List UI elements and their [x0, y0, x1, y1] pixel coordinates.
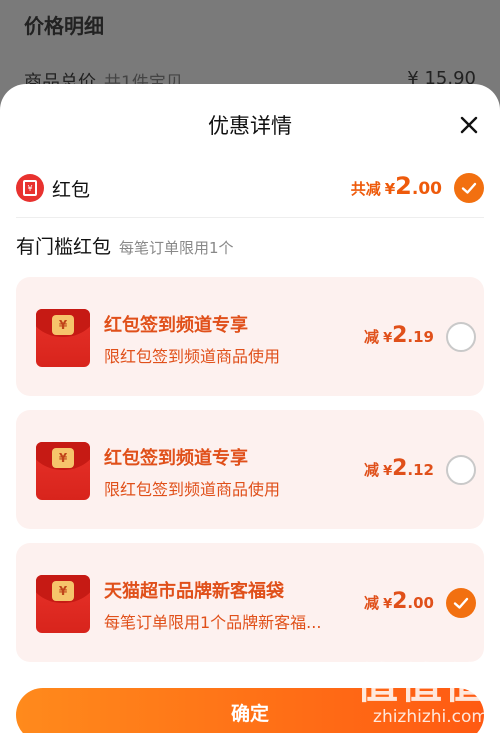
- section-subtitle: 每笔订单限用1个: [119, 239, 234, 257]
- discount-detail-sheet: 优惠详情 ¥ 红包 共减 ¥2.00 有门槛红包 每笔订单限用1个 ¥ 红包签到频道…: [0, 84, 500, 733]
- hongbao-row[interactable]: ¥ 红包 共减 ¥2.00: [16, 168, 484, 218]
- coupon-card[interactable]: ¥ 红包签到频道专享 限红包签到频道商品使用 减 ¥2.19: [16, 277, 484, 396]
- sheet-title: 优惠详情: [208, 114, 292, 138]
- coupon-title: 红包签到频道专享: [104, 448, 248, 469]
- check-icon: [453, 597, 469, 609]
- coupon-checkbox[interactable]: [446, 588, 476, 618]
- red-envelope-icon: ¥: [36, 309, 90, 367]
- coupon-card[interactable]: ¥ 天猫超市品牌新客福袋 每笔订单限用1个品牌新客福... 减 ¥2.00: [16, 543, 484, 662]
- red-packet-icon: ¥: [16, 174, 44, 202]
- coupon-desc: 每笔订单限用1个品牌新客福...: [104, 613, 322, 632]
- watermark: 值值值 zhizhizhi.com: [355, 659, 488, 727]
- coupon-checkbox[interactable]: [446, 455, 476, 485]
- price-detail-title: 价格明细: [24, 14, 104, 38]
- coupon-desc: 限红包签到频道商品使用: [104, 480, 281, 499]
- coupon-title: 红包签到频道专享: [104, 315, 248, 336]
- coupon-amount: 减 ¥2.12: [364, 456, 434, 481]
- hongbao-label: 红包: [52, 179, 91, 201]
- coupon-card[interactable]: ¥ 红包签到频道专享 限红包签到频道商品使用 减 ¥2.12: [16, 410, 484, 529]
- red-envelope-icon: ¥: [36, 442, 90, 500]
- close-icon: [460, 116, 478, 134]
- coupon-desc: 限红包签到频道商品使用: [104, 347, 281, 366]
- hongbao-checkbox[interactable]: [454, 173, 484, 203]
- coupon-amount: 减 ¥2.00: [364, 589, 434, 614]
- hongbao-total: 共减 ¥2.00: [350, 172, 442, 200]
- threshold-section-title: 有门槛红包 每笔订单限用1个: [16, 236, 234, 258]
- red-envelope-icon: ¥: [36, 575, 90, 633]
- close-button[interactable]: [454, 110, 484, 140]
- check-icon: [461, 182, 477, 194]
- coupon-title: 天猫超市品牌新客福袋: [104, 581, 284, 602]
- coupon-amount: 减 ¥2.19: [364, 323, 434, 348]
- coupon-checkbox[interactable]: [446, 322, 476, 352]
